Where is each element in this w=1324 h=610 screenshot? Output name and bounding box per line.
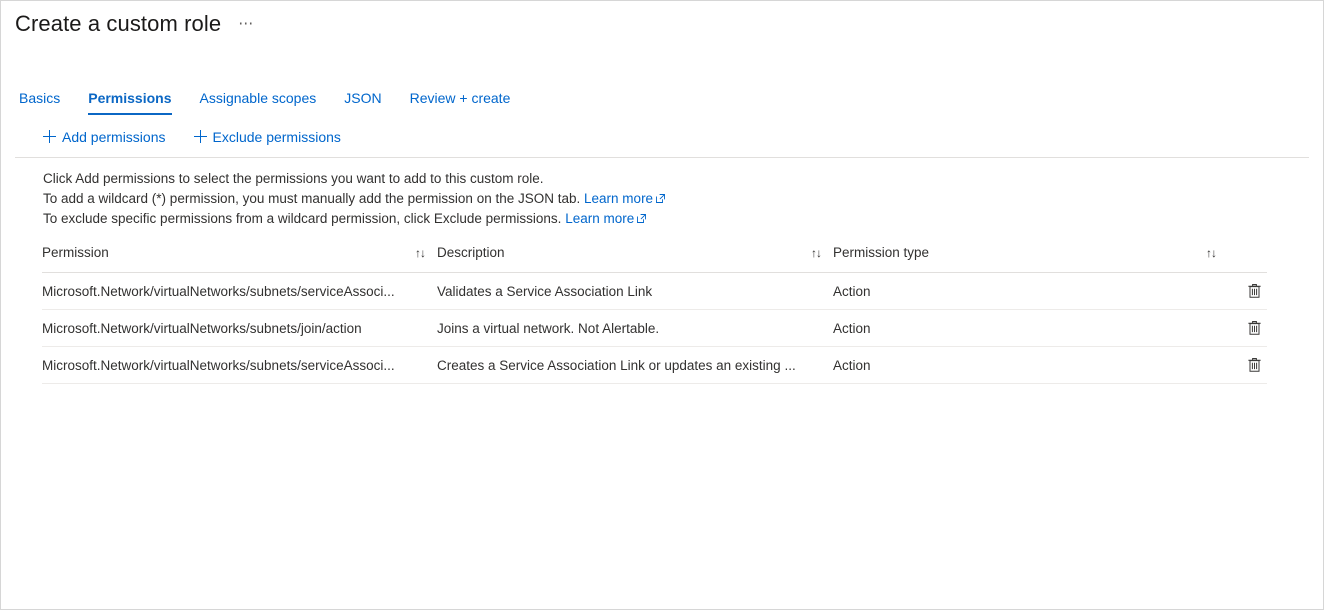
table-row[interactable]: Microsoft.Network/virtualNetworks/subnet… (42, 346, 1267, 384)
page-title: Create a custom role (15, 11, 222, 36)
tab-permissions[interactable]: Permissions (88, 89, 185, 115)
permissions-table-container: Permission ↑↓ Description ↑↓ Permission … (42, 245, 1267, 384)
column-header-permission-type-label: Permission type (833, 245, 930, 260)
column-header-permission-type[interactable]: Permission type ↑↓ (833, 245, 1228, 273)
instruction-line-2: To add a wildcard (*) permission, you mu… (43, 189, 1323, 209)
sort-icon-description[interactable]: ↑↓ (811, 246, 822, 260)
trash-icon (1247, 283, 1262, 299)
tab-list: Basics Permissions Assignable scopes JSO… (1, 83, 1323, 115)
cell-permission-type: Action (833, 272, 1228, 310)
more-options-icon[interactable]: ⋯ (235, 10, 257, 38)
cell-description: Creates a Service Association Link or up… (437, 346, 833, 384)
cell-description: Validates a Service Association Link (437, 272, 833, 310)
table-body: Microsoft.Network/virtualNetworks/subnet… (42, 272, 1267, 384)
exclude-permissions-label: Exclude permissions (212, 128, 341, 145)
exclude-permissions-button[interactable]: Exclude permissions (193, 128, 341, 146)
tab-review-create[interactable]: Review + create (410, 89, 525, 115)
plus-icon (43, 130, 56, 143)
table-row[interactable]: Microsoft.Network/virtualNetworks/subnet… (42, 272, 1267, 310)
create-custom-role-blade: Create a custom role ⋯ Basics Permission… (0, 0, 1324, 610)
permissions-table: Permission ↑↓ Description ↑↓ Permission … (42, 245, 1267, 384)
delete-permission-button[interactable] (1241, 278, 1267, 304)
instructions: Click Add permissions to select the perm… (1, 158, 1323, 229)
learn-more-link-exclude[interactable]: Learn more (565, 211, 634, 226)
instruction-line-2-text: To add a wildcard (*) permission, you mu… (43, 191, 581, 206)
cell-permission: Microsoft.Network/virtualNetworks/subnet… (42, 346, 437, 384)
trash-icon (1247, 320, 1262, 336)
tab-assignable-scopes[interactable]: Assignable scopes (200, 89, 331, 115)
cell-permission-type: Action (833, 309, 1228, 347)
table-header-row: Permission ↑↓ Description ↑↓ Permission … (42, 245, 1267, 273)
cell-permission-type: Action (833, 346, 1228, 384)
command-bar: Add permissions Exclude permissions (1, 120, 1323, 153)
external-link-icon (656, 194, 666, 203)
delete-permission-button[interactable] (1241, 352, 1267, 378)
add-permissions-label: Add permissions (62, 128, 166, 145)
cell-description: Joins a virtual network. Not Alertable. (437, 309, 833, 347)
column-header-description-label: Description (437, 245, 505, 260)
tab-json[interactable]: JSON (344, 89, 395, 115)
cell-delete (1228, 346, 1267, 384)
learn-more-link-json[interactable]: Learn more (584, 191, 653, 206)
instruction-line-1: Click Add permissions to select the perm… (43, 171, 544, 186)
instruction-line-3: To exclude specific permissions from a w… (43, 209, 1323, 229)
trash-icon (1247, 357, 1262, 373)
plus-icon (193, 130, 207, 143)
delete-permission-button[interactable] (1241, 315, 1267, 341)
column-header-permission[interactable]: Permission ↑↓ (42, 245, 437, 273)
add-permissions-button[interactable]: Add permissions (43, 128, 166, 146)
table-row[interactable]: Microsoft.Network/virtualNetworks/subnet… (42, 309, 1267, 347)
column-header-description[interactable]: Description ↑↓ (437, 245, 833, 273)
cell-permission: Microsoft.Network/virtualNetworks/subnet… (42, 272, 437, 310)
cell-delete (1228, 309, 1267, 347)
table-header: Permission ↑↓ Description ↑↓ Permission … (42, 245, 1267, 273)
external-link-icon (637, 214, 647, 223)
blade-header: Create a custom role ⋯ (1, 1, 1323, 38)
tab-basics[interactable]: Basics (19, 89, 74, 115)
column-header-permission-label: Permission (42, 245, 109, 260)
column-header-actions (1228, 245, 1267, 273)
sort-icon-permission[interactable]: ↑↓ (415, 246, 426, 260)
instruction-line-3-text: To exclude specific permissions from a w… (43, 211, 562, 226)
sort-icon-permission-type[interactable]: ↑↓ (1206, 246, 1217, 260)
cell-delete (1228, 272, 1267, 310)
cell-permission: Microsoft.Network/virtualNetworks/subnet… (42, 309, 437, 347)
